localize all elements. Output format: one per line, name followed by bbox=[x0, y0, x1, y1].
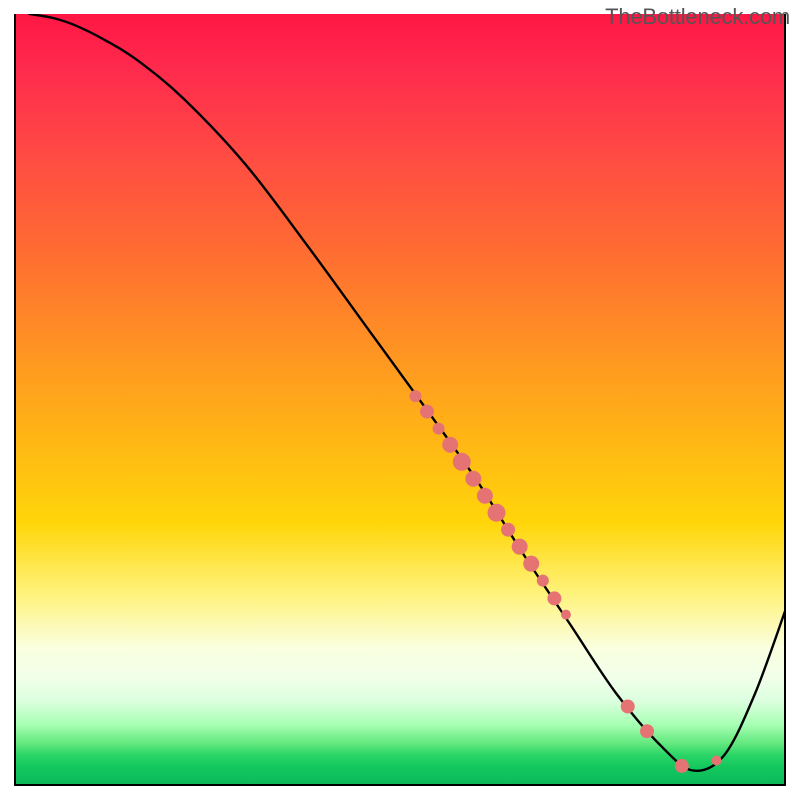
data-points bbox=[409, 390, 721, 773]
data-point bbox=[712, 756, 722, 766]
data-point bbox=[465, 471, 481, 487]
data-point bbox=[537, 575, 549, 587]
data-point bbox=[442, 437, 458, 453]
data-point bbox=[453, 453, 471, 471]
data-point bbox=[409, 390, 421, 402]
data-point bbox=[512, 539, 528, 555]
chart-container: TheBottleneck.com bbox=[0, 0, 800, 800]
watermark-text: TheBottleneck.com bbox=[605, 4, 790, 30]
data-point bbox=[640, 724, 654, 738]
data-point bbox=[675, 759, 689, 773]
data-point bbox=[547, 591, 561, 605]
data-point bbox=[501, 523, 515, 537]
data-point bbox=[621, 699, 635, 713]
chart-svg bbox=[14, 14, 786, 786]
plot-area bbox=[14, 14, 786, 786]
data-point bbox=[523, 556, 539, 572]
data-point bbox=[488, 504, 506, 522]
data-point bbox=[477, 488, 493, 504]
data-point bbox=[561, 610, 571, 620]
data-point bbox=[433, 423, 445, 435]
bottleneck-curve bbox=[29, 14, 786, 771]
data-point bbox=[420, 405, 434, 419]
